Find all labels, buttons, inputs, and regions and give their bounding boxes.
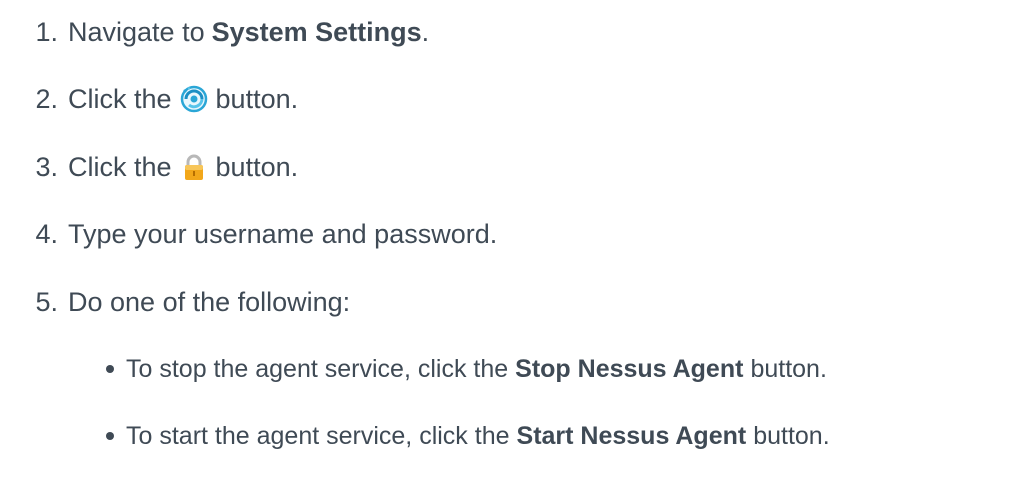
bullet-item-stop: To stop the agent service, click the Sto… [106, 351, 827, 387]
step-suffix: button. [215, 151, 299, 182]
step-2: 2. Click the button. [0, 81, 298, 117]
step-3: 3. Click the button. [0, 149, 298, 185]
step-text: Click the button. [60, 152, 298, 183]
step-4: 4. Type your username and password. [0, 216, 497, 252]
step-1: 1. Navigate to System Settings . [0, 14, 429, 50]
step-number: 4. [35, 218, 58, 249]
lock-icon [180, 153, 208, 181]
step-number: 3. [35, 151, 58, 182]
step-prefix: Navigate to [68, 16, 205, 47]
step-number: 1. [35, 16, 58, 47]
bullet-item-start: To start the agent service, click the St… [106, 418, 830, 454]
step-suffix: . [421, 16, 430, 47]
step-text: Click the button. [60, 84, 298, 115]
step-text: Type your username and password. [68, 218, 498, 249]
bullet-suffix: button. [753, 421, 830, 450]
bullet-dot [106, 365, 114, 373]
bullet-suffix: button. [750, 354, 827, 383]
settings-swirl-icon [180, 85, 208, 113]
step-number: 5. [35, 286, 58, 317]
step-5: 5. Do one of the following: [0, 284, 350, 320]
step-text: Navigate to System Settings . [60, 17, 429, 48]
step-suffix: button. [215, 83, 299, 114]
step-number: 2. [35, 83, 58, 114]
step-bold: System Settings [211, 16, 422, 47]
bullet-bold: Stop Nessus Agent [515, 354, 744, 383]
step-text: Do one of the following: [68, 286, 351, 317]
bullet-prefix: To stop the agent service, click the [126, 354, 509, 383]
step-prefix: Click the [68, 83, 172, 114]
bullet-dot [106, 432, 114, 440]
bullet-bold: Start Nessus Agent [516, 421, 747, 450]
step-prefix: Click the [68, 151, 172, 182]
bullet-prefix: To start the agent service, click the [126, 421, 510, 450]
